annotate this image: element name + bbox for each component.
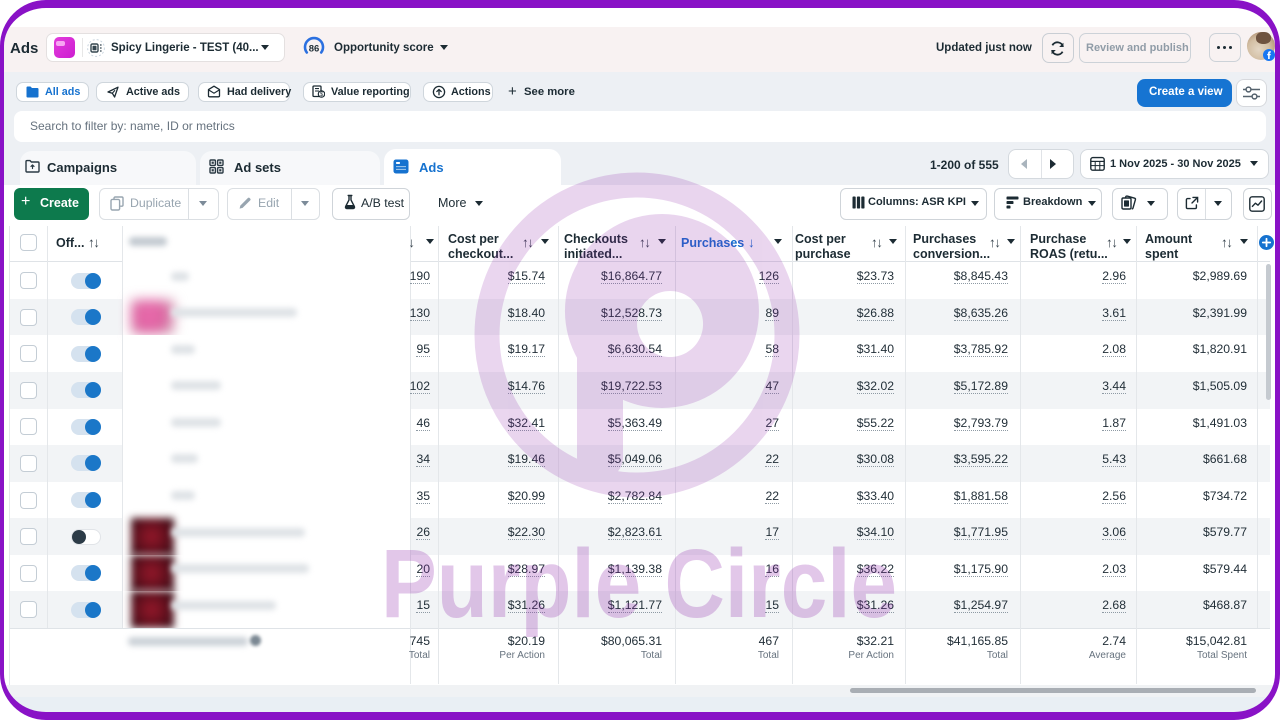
svg-text:86: 86 [309,44,320,55]
